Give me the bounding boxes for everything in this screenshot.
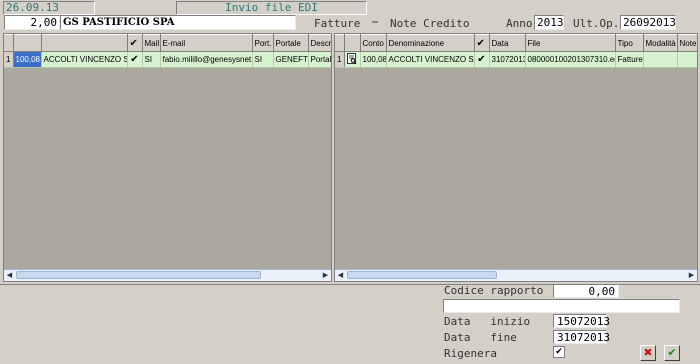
cell-modalita[interactable] [643, 51, 678, 68]
cell-mail[interactable]: SI [142, 51, 161, 68]
cell-email[interactable]: fabio.milillo@genesysnet.it [160, 51, 253, 68]
option-note-credito[interactable]: Note Credito [390, 17, 469, 30]
row-number: 1 [335, 51, 345, 68]
col-email[interactable]: E-mail [160, 34, 253, 52]
cell-check-icon[interactable]: ✔ [474, 51, 490, 68]
rigenera-checkbox[interactable]: ✔ [553, 346, 565, 358]
scroll-thumb[interactable] [347, 271, 497, 279]
col-check-icon[interactable]: ✔ [474, 34, 490, 52]
cell-port[interactable]: SI [252, 51, 274, 68]
radio-note-credito[interactable] [372, 21, 378, 23]
data-inizio-field[interactable]: 15072013 [553, 314, 610, 328]
scroll-left-arrow-icon[interactable]: ◀ [4, 270, 15, 280]
col-denominazione[interactable] [41, 34, 128, 52]
rigenera-label: Rigenera [444, 347, 497, 360]
col-rownum [4, 34, 14, 52]
confirm-button[interactable]: ✔ [664, 345, 680, 361]
window-title: Invio file EDI [176, 1, 367, 15]
close-icon: ✖ [643, 346, 653, 359]
cell-file[interactable]: 080000100201307310.edi [525, 51, 616, 68]
col-check-icon[interactable]: ✔ [127, 34, 143, 52]
cell-note[interactable] [677, 51, 697, 68]
table-row[interactable]: 1 100,08 ACCOLTI VINCENZO SRL ✔ 31072013… [335, 51, 697, 68]
col-conto[interactable]: Conto [360, 34, 387, 52]
cell-portale[interactable]: GENEFTP [273, 51, 309, 68]
right-horizontal-scrollbar[interactable]: ◀ ▶ [335, 269, 697, 281]
cancel-button[interactable]: ✖ [640, 345, 656, 361]
codice-rapporto-field[interactable]: 0,00 [553, 284, 619, 298]
col-mail[interactable]: Mail [142, 34, 161, 52]
option-fatture[interactable]: Fatture [314, 17, 360, 30]
data-fine-label: Data fine [444, 331, 517, 344]
cell-denominazione[interactable]: ACCOLTI VINCENZO SRL [386, 51, 475, 68]
table-row[interactable]: 1 100,08 ACCOLTI VINCENZO SRL ✔ SI fabio… [4, 51, 331, 68]
col-tipo[interactable]: Tipo [615, 34, 644, 52]
cell-conto[interactable]: 100,08 [13, 51, 42, 68]
col-port[interactable]: Port. [252, 34, 274, 52]
cell-conto[interactable]: 100,08 [360, 51, 387, 68]
col-icon [344, 34, 361, 52]
cell-descr[interactable]: Portale [308, 51, 331, 68]
col-modalita[interactable]: Modalità [643, 34, 678, 52]
left-horizontal-scrollbar[interactable]: ◀ ▶ [4, 269, 331, 281]
anno-field[interactable]: 2013 [534, 15, 564, 30]
data-inizio-label: Data inizio [444, 315, 531, 328]
customers-grid[interactable]: ✔ Mail E-mail Port. Portale Descr 1 100,… [3, 33, 332, 282]
ult-op-label: Ult.Op. [573, 17, 620, 30]
scroll-left-arrow-icon[interactable]: ◀ [335, 270, 346, 280]
customers-table: ✔ Mail E-mail Port. Portale Descr 1 100,… [4, 34, 331, 68]
col-conto[interactable] [13, 34, 42, 52]
codice-rapporto-label: Codice rapporto [444, 284, 544, 297]
cell-denominazione[interactable]: ACCOLTI VINCENZO SRL [41, 51, 128, 68]
col-file[interactable]: File [525, 34, 616, 52]
col-denominazione[interactable]: Denominazione [386, 34, 475, 52]
scroll-right-arrow-icon[interactable]: ▶ [320, 270, 331, 280]
cell-data[interactable]: 31072013 [489, 51, 526, 68]
description-field[interactable] [443, 299, 680, 313]
data-fine-field[interactable]: 31072013 [553, 330, 610, 344]
anno-label: Anno [506, 17, 533, 30]
files-grid[interactable]: Conto Denominazione ✔ Data File Tipo Mod… [334, 33, 698, 282]
datetime-display: 26.09.13 17:43 [3, 1, 95, 26]
col-note[interactable]: Note [677, 34, 697, 52]
col-portale[interactable]: Portale [273, 34, 309, 52]
col-descr[interactable]: Descr [308, 34, 331, 52]
scroll-right-arrow-icon[interactable]: ▶ [686, 270, 697, 280]
files-table: Conto Denominazione ✔ Data File Tipo Mod… [335, 34, 697, 68]
amount-field[interactable]: 2,00 [4, 15, 60, 30]
row-number: 1 [4, 51, 14, 68]
ult-op-field[interactable]: 26092013 [620, 15, 676, 30]
col-data[interactable]: Data [489, 34, 526, 52]
check-icon: ✔ [667, 346, 677, 359]
company-field[interactable]: GS PASTIFICIO SPA [60, 15, 296, 30]
cell-tipo[interactable]: Fatture [615, 51, 644, 68]
scroll-thumb[interactable] [16, 271, 261, 279]
document-icon[interactable] [344, 51, 361, 68]
cell-check-icon[interactable]: ✔ [127, 51, 143, 68]
col-rownum [335, 34, 345, 52]
